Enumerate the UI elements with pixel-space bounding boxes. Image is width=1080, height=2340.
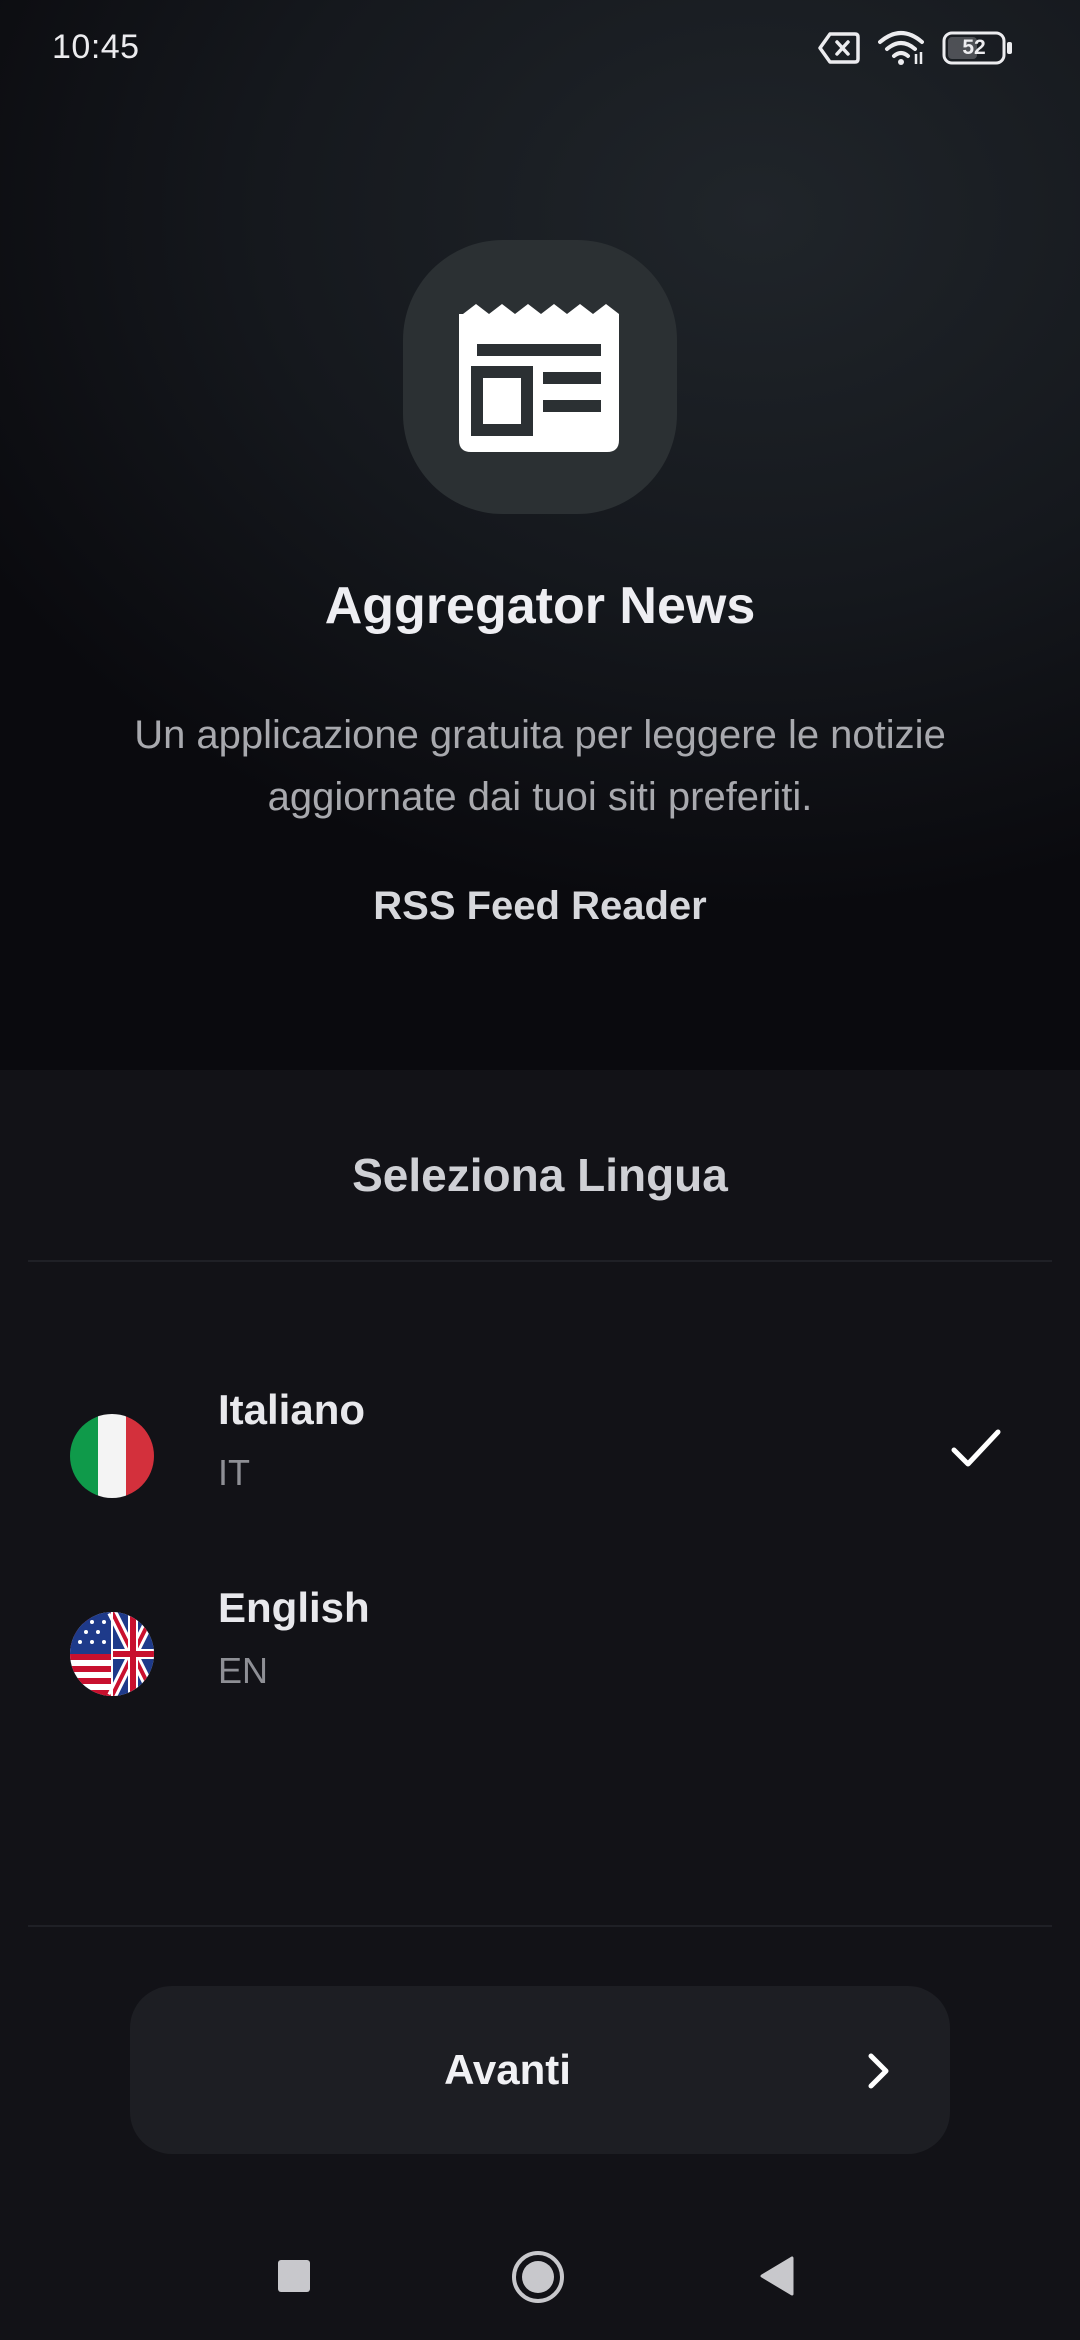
battery-level: 52 [962,36,986,59]
app-title: Aggregator News [324,577,756,635]
language-name: English [218,1584,370,1631]
language-option-english[interactable]: English EN [0,1556,1080,1746]
check-icon [951,1429,1001,1467]
notification-off-icon [818,32,860,64]
recent-apps-icon[interactable] [277,2259,311,2293]
language-name: Italiano [218,1386,366,1433]
app-tagline: RSS Feed Reader [373,884,707,928]
chevron-right-icon [868,2053,889,2089]
app-icon-tile [403,240,677,514]
language-heading: Seleziona Lingua [352,1149,728,1201]
us-uk-flag-icon [70,1612,154,1696]
hero-section: Aggregator News Un applicazione gratuita… [0,0,1080,1070]
next-button-label: Avanti [444,2046,571,2093]
back-icon[interactable] [758,2255,796,2297]
divider [28,1260,1052,1262]
status-icons: 52 [818,24,1014,72]
status-time: 10:45 [52,28,140,66]
language-code: EN [218,1650,269,1691]
divider [28,1925,1052,1927]
screen: Aggregator News Un applicazione gratuita… [0,0,1080,2340]
newspaper-icon [459,304,619,452]
wifi-icon [878,31,924,65]
language-code: IT [218,1452,250,1493]
language-option-italiano[interactable]: Italiano IT [0,1358,1080,1548]
next-button[interactable]: Avanti [130,1986,950,2154]
home-icon[interactable] [510,2249,566,2305]
battery-icon: 52 [942,31,1014,65]
italy-flag-icon [70,1414,154,1498]
app-description: Un applicazione gratuita per leggere le … [134,713,946,819]
status-bar: 10:45 52 [0,0,1080,96]
